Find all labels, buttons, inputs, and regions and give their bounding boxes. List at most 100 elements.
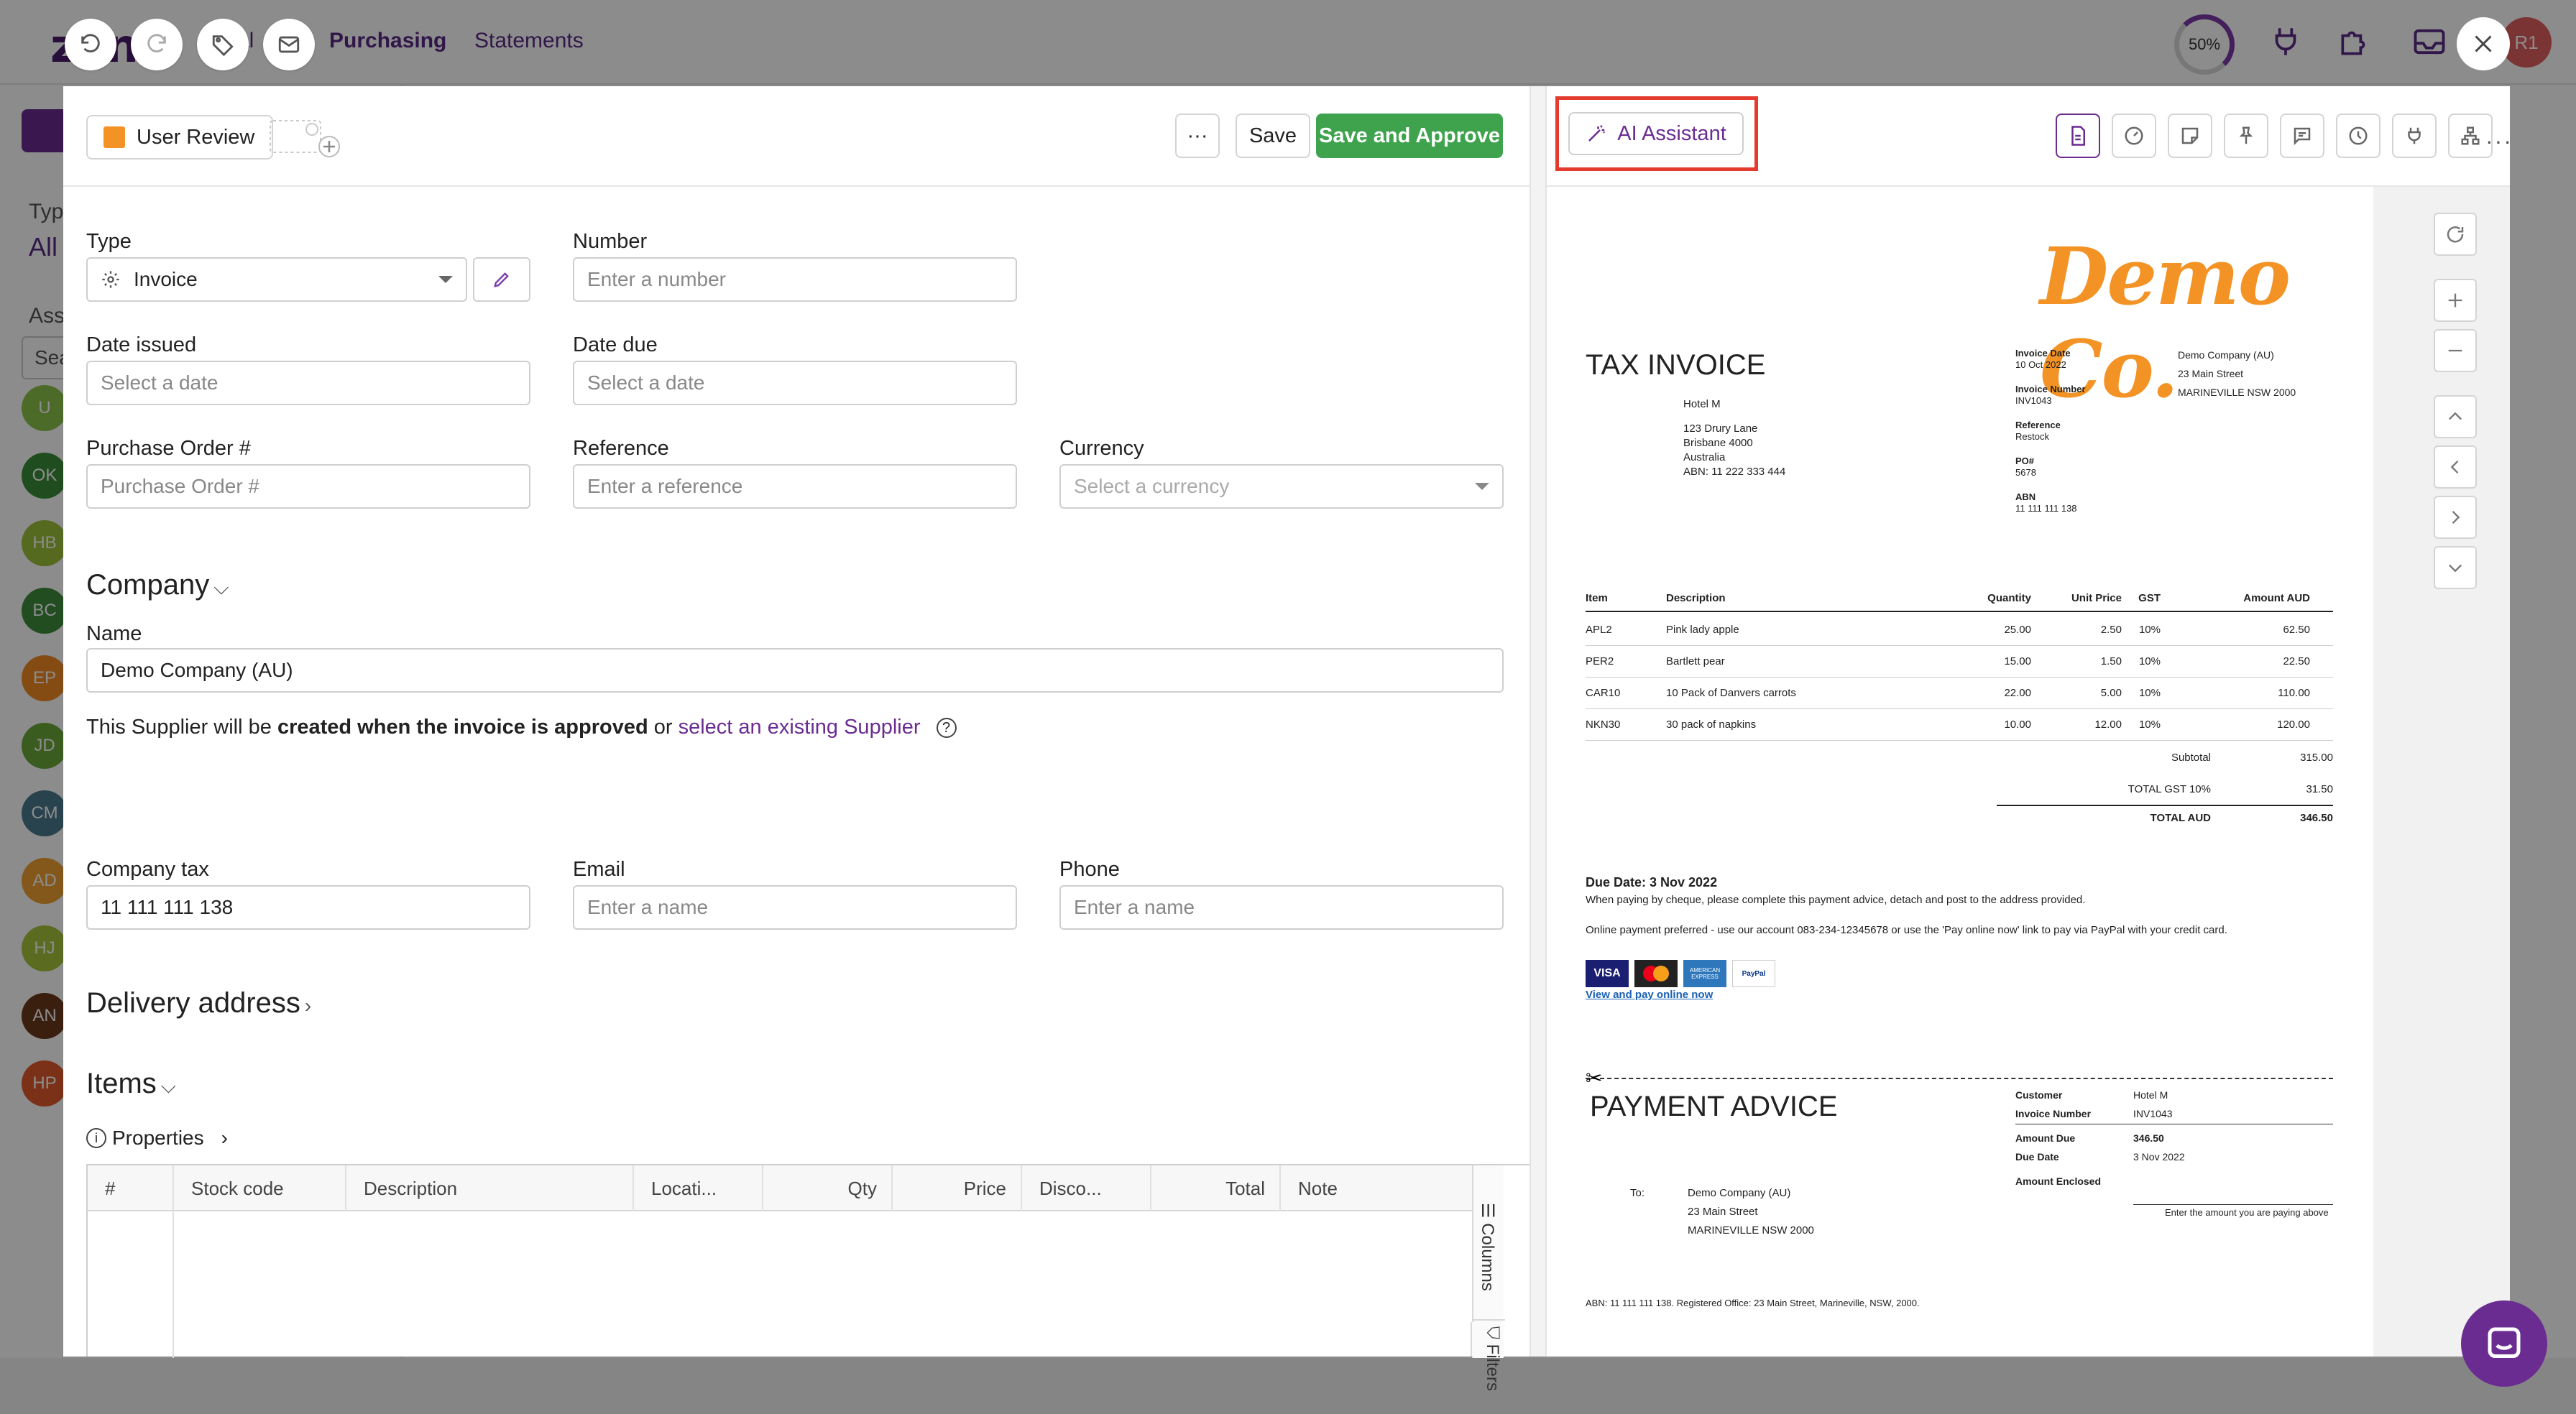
number-input[interactable]: Enter a number	[573, 257, 1017, 302]
edit-type-button[interactable]	[473, 257, 530, 302]
items-section-toggle[interactable]: Items ⌵	[86, 1068, 176, 1100]
date-due-input[interactable]: Select a date	[573, 361, 1017, 405]
table-cell: 10%	[2138, 655, 2161, 667]
type-value: Invoice	[134, 268, 198, 290]
advice-to-line: MARINEVILLE NSW 2000	[1688, 1224, 1814, 1237]
supplier-note-text: This Supplier will be	[86, 716, 277, 739]
note-icon[interactable]	[2168, 114, 2212, 158]
more-options-icon[interactable]: ···	[2485, 128, 2513, 154]
chevron-up-icon[interactable]	[2434, 395, 2477, 438]
table-cell: 22.50	[2283, 655, 2310, 667]
table-cell: APL2	[1586, 624, 1612, 636]
meta-label: Invoice Date	[2015, 348, 2071, 359]
type-select[interactable]: Invoice	[86, 257, 467, 302]
table-cell: 12.00	[2094, 718, 2122, 731]
table-cell: 110.00	[2278, 687, 2310, 699]
advice-label: Amount Enclosed	[2015, 1175, 2102, 1187]
document-view-icon[interactable]	[2056, 114, 2100, 158]
reference-label: Reference	[573, 437, 669, 460]
chevron-down-icon	[1475, 483, 1489, 490]
advice-label: Invoice Number	[2015, 1108, 2092, 1119]
table-header: Unit Price	[2071, 592, 2122, 604]
date-issued-input[interactable]: Select a date	[86, 361, 530, 405]
status-badge[interactable]: User Review	[86, 115, 274, 160]
delivery-section-toggle[interactable]: Delivery address ›	[86, 987, 311, 1020]
table-cell: NKN30	[1586, 718, 1621, 731]
reference-input[interactable]: Enter a reference	[573, 464, 1017, 509]
to-address-line: 123 Drury Lane	[1683, 422, 1758, 435]
chevron-left-icon[interactable]	[2434, 445, 2477, 489]
undo-button[interactable]	[65, 19, 116, 70]
currency-select[interactable]: Select a currency	[1059, 464, 1504, 509]
properties-toggle[interactable]: i Properties ›	[86, 1127, 228, 1150]
company-name-input[interactable]: Demo Company (AU)	[86, 648, 1504, 693]
invoice-cheque-note: When paying by cheque, please complete t…	[1586, 894, 2086, 906]
gauge-icon[interactable]	[2112, 114, 2156, 158]
assign-user-icon[interactable]	[269, 114, 348, 161]
company-section-toggle[interactable]: Company ⌵	[86, 569, 229, 601]
advice-to-line: Demo Company (AU)	[1688, 1187, 1791, 1199]
chevron-down-icon: ⌵	[213, 576, 229, 599]
company-tax-input[interactable]: 11 111 111 138	[86, 885, 530, 930]
column-header-number[interactable]: #	[88, 1165, 174, 1211]
close-modal-button[interactable]	[2457, 17, 2510, 70]
redo-button[interactable]	[131, 19, 183, 70]
table-header: Item	[1586, 592, 1608, 604]
column-header-note[interactable]: Note	[1281, 1165, 1472, 1211]
advice-value: Hotel M	[2133, 1089, 2168, 1101]
table-row-rule	[1586, 677, 2333, 678]
ai-assistant-label: AI Assistant	[1617, 121, 1726, 145]
zoom-out-icon[interactable]	[2434, 329, 2477, 372]
pay-online-link[interactable]: View and pay online now	[1586, 989, 1713, 1001]
comment-icon[interactable]	[2280, 114, 2324, 158]
chevron-down-icon[interactable]	[2434, 546, 2477, 589]
chat-icon	[2488, 1327, 2521, 1358]
rotate-icon[interactable]	[2434, 213, 2477, 256]
more-actions-button[interactable]: ···	[1175, 114, 1220, 158]
total-rule	[1997, 805, 2333, 806]
tool-divider	[1473, 1319, 1505, 1321]
chevron-down-icon: ⌵	[160, 1075, 177, 1097]
column-header-total[interactable]: Total	[1151, 1165, 1281, 1211]
columns-tool[interactable]: ☰ Columns	[1477, 1203, 1498, 1291]
document-viewer: Demo Co. TAX INVOICE Hotel M 123 Drury L…	[1547, 187, 2510, 1357]
form-panel: User Review ··· Save Save and Approve Ty…	[63, 86, 1532, 1358]
column-header-discount[interactable]: Disco...	[1022, 1165, 1151, 1211]
email-input[interactable]: Enter a name	[573, 885, 1017, 930]
column-header-stock-code[interactable]: Stock code	[174, 1165, 346, 1211]
select-existing-supplier-link[interactable]: select an existing Supplier	[678, 716, 921, 739]
phone-input[interactable]: Enter a name	[1059, 885, 1504, 930]
column-header-qty[interactable]: Qty	[763, 1165, 893, 1211]
mastercard-logo	[1634, 960, 1678, 987]
tag-button[interactable]	[197, 19, 249, 70]
history-icon[interactable]	[2336, 114, 2380, 158]
email-label: Email	[573, 858, 625, 881]
panel-resize-handle[interactable]	[1530, 86, 1547, 1357]
plug-icon[interactable]	[2392, 114, 2437, 158]
ai-assistant-button[interactable]: AI Assistant	[1568, 112, 1744, 155]
zoom-in-icon[interactable]	[2434, 279, 2477, 322]
from-line: 23 Main Street	[2178, 368, 2244, 379]
chevron-right-icon[interactable]	[2434, 496, 2477, 539]
table-row-rule	[1586, 645, 2333, 646]
scissors-icon: ✂	[1586, 1067, 1603, 1089]
currency-label: Currency	[1059, 437, 1144, 460]
column-header-price[interactable]: Price	[893, 1165, 1022, 1211]
help-icon[interactable]: ?	[936, 718, 957, 739]
po-input[interactable]: Purchase Order #	[86, 464, 530, 509]
save-button[interactable]: Save	[1236, 114, 1310, 158]
amount-enclosed-hint: Enter the amount you are paying above	[2165, 1207, 2329, 1218]
advice-to-label: To:	[1630, 1187, 1645, 1199]
save-and-approve-button[interactable]: Save and Approve	[1316, 114, 1503, 158]
table-header: GST	[2138, 592, 2161, 604]
meta-label: Reference	[2015, 420, 2061, 430]
chat-launcher-button[interactable]	[2461, 1300, 2547, 1387]
table-row-rule	[1586, 708, 2333, 709]
email-button[interactable]	[263, 19, 315, 70]
column-header-location[interactable]: Locati...	[634, 1165, 763, 1211]
pin-icon[interactable]	[2224, 114, 2268, 158]
filters-tool[interactable]: ⛉ Filters	[1482, 1326, 1502, 1391]
document-modal: User Review ··· Save Save and Approve Ty…	[63, 86, 2513, 1391]
column-header-description[interactable]: Description	[346, 1165, 634, 1211]
meta-value: 10 Oct 2022	[2015, 359, 2066, 370]
